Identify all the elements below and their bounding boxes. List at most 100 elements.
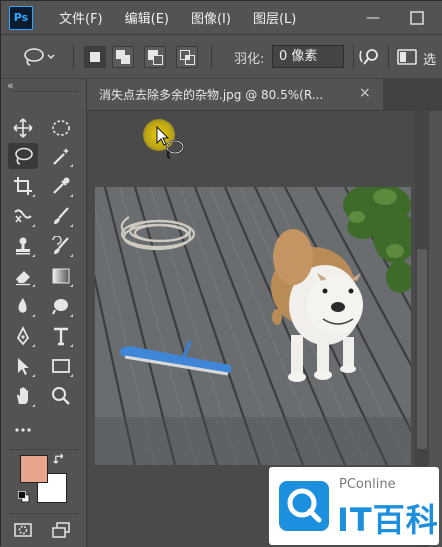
divider — [9, 513, 79, 514]
tool-group-indicator — [32, 314, 35, 317]
add-selection-icon-part — [121, 55, 130, 64]
menu-image[interactable]: 图像(I) — [191, 8, 231, 27]
tool-group-indicator — [32, 404, 35, 407]
clone-stamp-tool[interactable] — [10, 233, 36, 259]
tool-group-indicator — [32, 254, 35, 257]
eraser-icon — [16, 271, 30, 286]
arrow-cursor-icon — [18, 358, 29, 375]
tool-group-indicator — [32, 374, 35, 377]
document-image[interactable] — [95, 187, 411, 465]
intersect-selection-button[interactable] — [176, 46, 198, 68]
add-to-selection-button[interactable] — [112, 46, 134, 68]
dodge-icon — [52, 299, 68, 315]
default-colors-icon — [18, 491, 30, 503]
document-tab[interactable]: 消失点去除多余的杂物.jpg @ 80.5%(R... — [87, 79, 383, 111]
lasso-cursor-icon — [156, 125, 184, 159]
eraser-tool[interactable] — [10, 263, 36, 289]
move-tool[interactable] — [10, 115, 36, 141]
healing-brush-tool[interactable] — [10, 203, 36, 229]
screen-mode-button[interactable] — [48, 517, 74, 543]
crop-icon — [14, 177, 32, 195]
blur-drop-icon — [18, 298, 27, 313]
marquee-tool[interactable] — [48, 115, 74, 141]
tool-group-indicator — [70, 374, 73, 377]
hand-icon — [17, 387, 28, 404]
tool-group-indicator — [32, 224, 35, 227]
zoom-tool[interactable] — [48, 383, 74, 409]
elliptical-marquee-icon — [52, 120, 70, 136]
rectangle-icon — [52, 359, 70, 373]
watermark-logo: PConline IT百科 — [269, 467, 439, 545]
edit-toolbar-button[interactable] — [10, 417, 36, 443]
type-icon — [54, 327, 68, 346]
move-icon — [13, 118, 33, 138]
gradient-tool[interactable] — [48, 263, 74, 289]
blur-tool[interactable] — [10, 293, 36, 319]
watermark-brand-small: PConline — [339, 477, 396, 492]
quick-selection-tool[interactable] — [48, 143, 74, 169]
options-bar: 羽化: 0 像素 选 — [1, 35, 442, 79]
lasso-icon — [24, 48, 55, 66]
watermark-brand-big: IT百科 — [337, 501, 439, 539]
lasso-tool[interactable] — [8, 143, 38, 169]
subtract-from-selection-button[interactable] — [144, 46, 166, 68]
divider — [73, 45, 74, 69]
tool-preset-picker[interactable] — [21, 47, 55, 71]
new-selection-icon — [90, 52, 100, 62]
select-and-mask-button[interactable] — [396, 47, 418, 71]
select-mask-label: 选 — [423, 53, 437, 68]
quick-mask-icon — [14, 523, 32, 537]
menu-edit[interactable]: 编辑(E) — [125, 8, 169, 27]
subtract-selection-icon-part — [153, 55, 163, 65]
menu-file[interactable]: 文件(F) — [59, 8, 103, 27]
crop-tool[interactable] — [10, 173, 36, 199]
feather-input[interactable]: 0 像素 — [272, 45, 344, 68]
new-selection-button[interactable] — [84, 46, 106, 68]
gradient-icon — [52, 268, 70, 284]
tool-group-indicator — [70, 224, 73, 227]
divider — [353, 45, 354, 69]
path-selection-tool[interactable] — [10, 353, 36, 379]
magic-wand-icon — [53, 148, 69, 165]
document-tab-title: 消失点去除多余的杂物.jpg @ 80.5%(R... — [99, 88, 324, 102]
deck-dog-photo — [95, 187, 411, 465]
default-colors-button[interactable] — [15, 488, 33, 506]
rectangle-tool[interactable] — [48, 353, 74, 379]
more-icon — [15, 428, 31, 432]
select-subject-button[interactable] — [359, 47, 383, 71]
pen-tool[interactable] — [10, 323, 36, 349]
brush-tool[interactable] — [48, 203, 74, 229]
swap-colors-button[interactable] — [51, 450, 69, 468]
lasso-icon — [15, 147, 33, 165]
scrollbar-thumb[interactable] — [417, 249, 427, 449]
healing-brush-icon — [14, 209, 32, 223]
quick-mask-button[interactable] — [10, 517, 36, 543]
maximize-icon — [410, 11, 424, 25]
eyedropper-tool[interactable] — [48, 173, 74, 199]
close-tab-icon[interactable]: × — [359, 85, 371, 101]
tab-strip-empty — [383, 79, 442, 111]
zoom-icon — [52, 387, 70, 405]
tool-group-indicator — [32, 344, 35, 347]
search-icon — [359, 49, 378, 65]
swap-colors-icon — [53, 453, 64, 464]
divider — [388, 45, 389, 69]
type-tool[interactable] — [48, 323, 74, 349]
brush-icon — [54, 207, 69, 224]
select-mask-icon — [397, 49, 417, 65]
foreground-color-swatch[interactable] — [20, 455, 48, 483]
menu-layer[interactable]: 图层(L) — [253, 8, 296, 27]
maximize-button[interactable] — [399, 1, 435, 35]
tool-group-indicator — [70, 314, 73, 317]
hand-tool[interactable] — [10, 383, 36, 409]
divider — [211, 45, 212, 69]
feather-label: 羽化: — [234, 52, 265, 67]
history-brush-tool[interactable] — [48, 233, 74, 259]
tool-group-indicator — [70, 164, 73, 167]
eyedropper-icon — [53, 177, 70, 194]
minimize-button[interactable]: — — [355, 1, 391, 35]
dodge-tool[interactable] — [48, 293, 74, 319]
app-window: Ps 文件(F) 编辑(E) 图像(I) 图层(L) — 羽化: 0 像素 选 … — [0, 0, 442, 547]
history-brush-icon — [52, 236, 69, 254]
tool-group-indicator — [70, 344, 73, 347]
